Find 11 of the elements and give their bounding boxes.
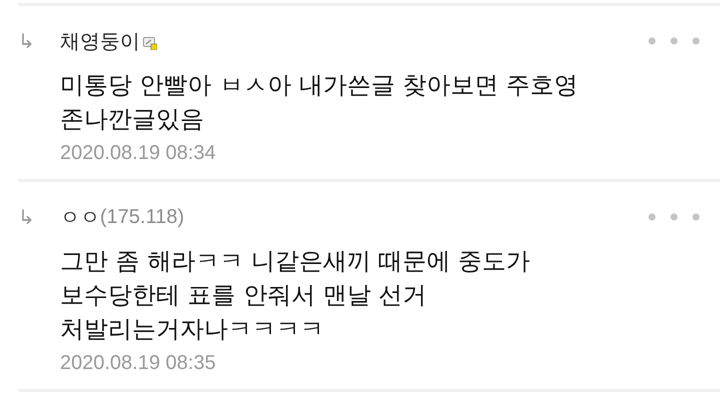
more-options-icon[interactable] [648, 37, 700, 45]
author-name: ㅇㅇ [60, 204, 100, 230]
reply-marker: ↳ [18, 205, 36, 229]
more-options-icon[interactable] [648, 213, 700, 221]
comment-date: 2020.08.19 08:34 [59, 142, 217, 165]
author-name: 채영둥이 [60, 28, 140, 54]
ip-address: (175.118) [100, 206, 184, 228]
reply-marker: ↳ [18, 29, 36, 53]
comment-date: 2020.08.19 08:35 [59, 352, 217, 375]
comment-text: 미통당 안빨아 ㅂㅅ아 내가쓴글 찾아보면 주호영 존나깐글있음 [59, 70, 580, 135]
comment-text: 그만 좀 해라ㅋㅋ 니같은새끼 때문에 중도가 보수당한테 표를 안줘서 맨날 선거 처발리는거자나ㅋㅋㅋㅋ [59, 246, 532, 345]
